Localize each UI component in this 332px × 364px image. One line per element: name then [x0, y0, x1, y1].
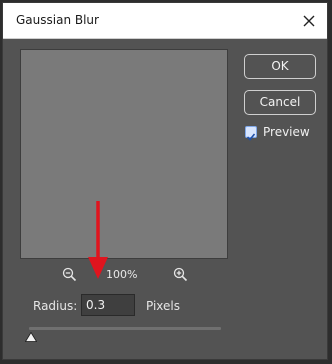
title-bar: Gaussian Blur	[3, 3, 327, 39]
arrow-head	[88, 257, 108, 279]
radius-unit-label: Pixels	[146, 299, 181, 313]
radius-input[interactable]	[81, 294, 135, 316]
dialog-title: Gaussian Blur	[16, 13, 99, 27]
red-arrow-annotation	[88, 201, 108, 279]
radius-label: Radius:	[33, 299, 78, 313]
zoom-controls: 100%	[58, 265, 198, 283]
checkmark-icon	[246, 133, 256, 141]
radius-slider-thumb[interactable]	[25, 332, 37, 342]
preview-label[interactable]: Preview	[263, 125, 310, 139]
cancel-button[interactable]: Cancel	[244, 90, 316, 115]
preview-checkbox[interactable]	[245, 126, 257, 141]
radius-slider-track[interactable]	[29, 327, 221, 330]
zoom-level: 100%	[106, 268, 138, 281]
close-icon[interactable]	[299, 11, 319, 31]
zoom-out-icon[interactable]	[62, 267, 77, 282]
gaussian-blur-dialog: Gaussian Blur 100% Radius: Pixels OK Can…	[2, 2, 328, 360]
preview-image[interactable]	[20, 49, 228, 259]
ok-button[interactable]: OK	[244, 54, 316, 79]
zoom-in-icon[interactable]	[173, 267, 188, 282]
